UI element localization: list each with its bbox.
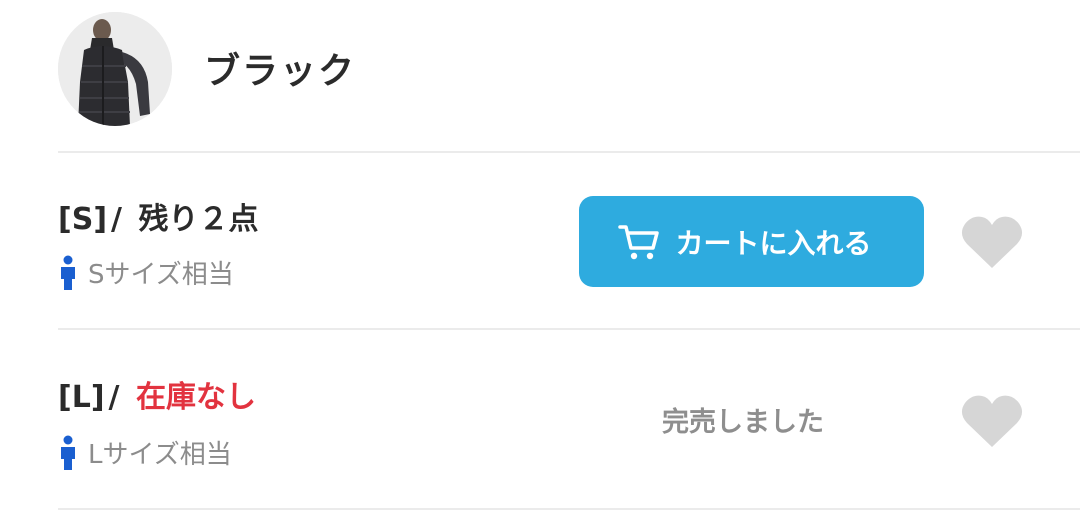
- heart-icon[interactable]: [960, 214, 1024, 270]
- color-variant-header: ブラック: [0, 0, 1080, 152]
- add-to-cart-label: カートに入れる: [675, 226, 872, 260]
- fit-hint-text: Sサイズ相当: [88, 260, 234, 290]
- stock-status: 在庫なし: [135, 380, 256, 415]
- product-thumbnail[interactable]: [58, 12, 172, 126]
- vest-photo-icon: [58, 12, 172, 126]
- fit-hint: Lサイズ相当: [58, 434, 232, 471]
- size-stock-line: [L] / 在庫なし: [58, 372, 256, 416]
- size-label: [L]: [58, 380, 105, 415]
- fit-hint: Sサイズ相当: [58, 254, 234, 291]
- size-stock-line: [S] / 残り２点: [58, 194, 258, 238]
- person-icon: [61, 255, 75, 290]
- heart-icon[interactable]: [960, 393, 1024, 449]
- size-stock-panel: ブラック [S] / 残り２点 Sサイズ相当 カートに入れる [L] / 在庫な…: [0, 0, 1080, 516]
- fit-hint-text: Lサイズ相当: [88, 440, 232, 470]
- person-icon: [61, 435, 75, 470]
- separator: /: [108, 380, 120, 415]
- color-name: ブラック: [204, 51, 357, 92]
- size-label: [S]: [58, 202, 108, 237]
- sold-out-text: 完売しました: [662, 407, 824, 438]
- cart-icon: [618, 224, 660, 259]
- stock-status: 残り２点: [138, 202, 259, 237]
- divider: [58, 151, 1080, 153]
- separator: /: [111, 202, 122, 237]
- divider: [58, 508, 1080, 510]
- add-to-cart-button[interactable]: カートに入れる: [579, 196, 924, 287]
- divider: [58, 328, 1080, 330]
